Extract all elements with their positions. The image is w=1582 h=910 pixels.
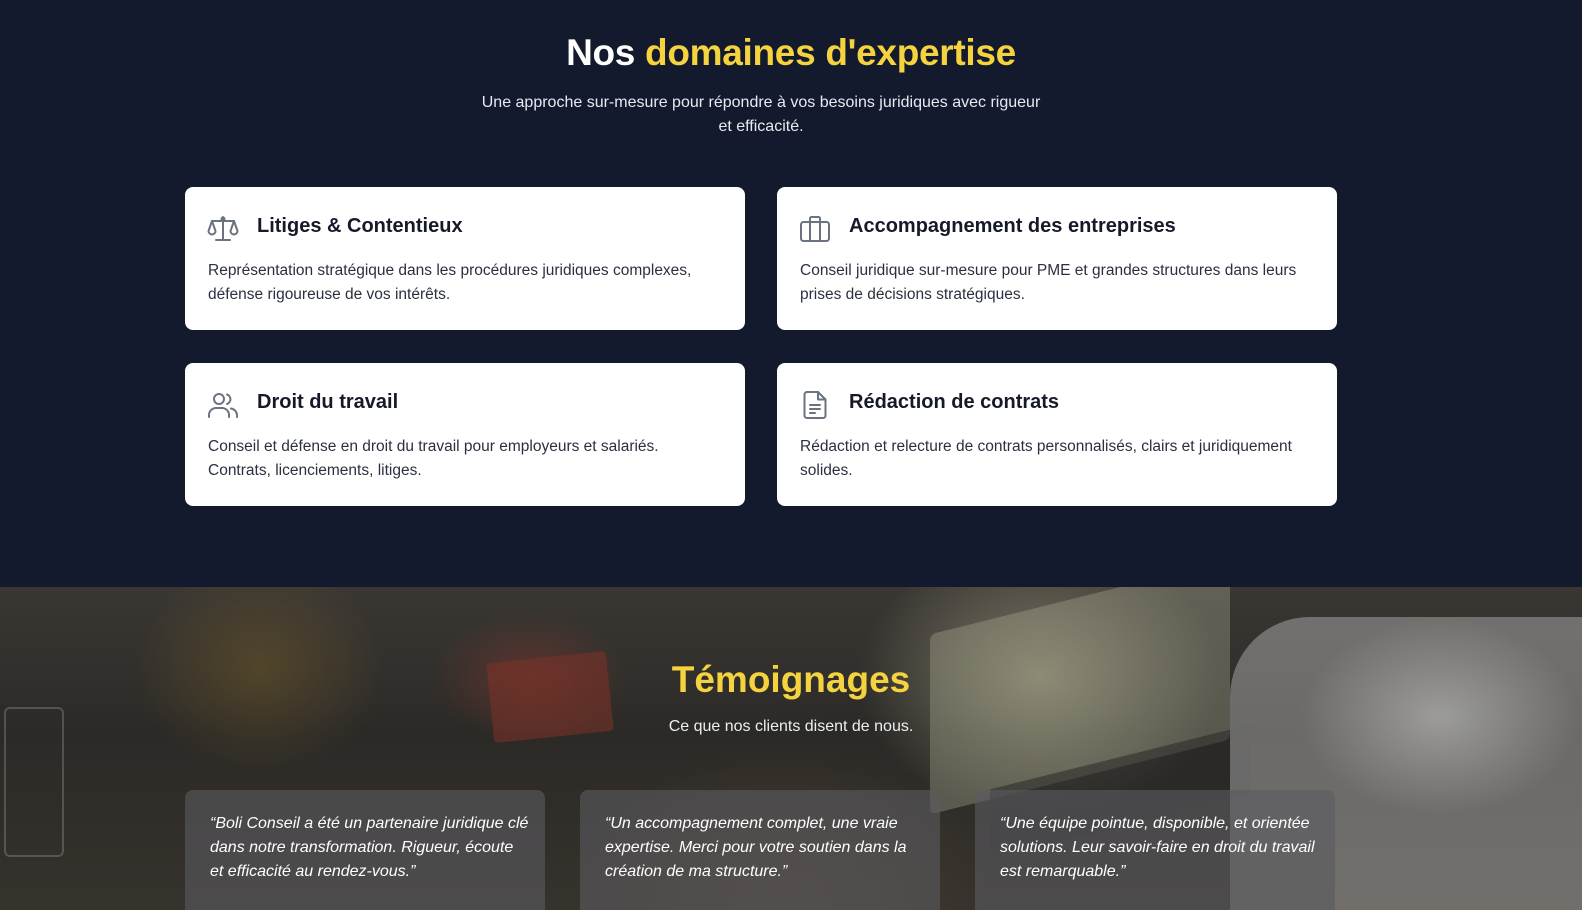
expertise-section: Nos domaines d'expertise Une approche su… — [0, 0, 1582, 587]
service-card-description: Représentation stratégique dans les proc… — [208, 262, 692, 303]
expertise-title-highlight: domaines d'expertise — [645, 32, 1016, 73]
testimonial-card: “Une équipe pointue, disponible, et orie… — [975, 790, 1335, 910]
testimonials-section: Témoignages Ce que nos clients disent de… — [0, 587, 1582, 910]
briefcase-icon — [799, 213, 831, 245]
service-card-description: Conseil juridique sur-mesure pour PME et… — [800, 262, 1297, 303]
expertise-subtitle: Une approche sur-mesure pour répondre à … — [481, 94, 1041, 135]
service-card-title: Litiges & Contentieux — [257, 215, 463, 237]
service-card-description: Rédaction et relecture de contrats perso… — [800, 438, 1292, 479]
service-card-litiges[interactable]: Litiges & Contentieux Représentation str… — [185, 187, 745, 330]
expertise-title: Nos domaines d'expertise — [0, 32, 1582, 74]
expertise-title-prefix: Nos — [566, 32, 636, 73]
testimonial-quote: “Une équipe pointue, disponible, et orie… — [1000, 815, 1315, 880]
testimonial-quote: “Un accompagnement complet, une vraie ex… — [605, 815, 907, 880]
testimonials-title: Témoignages — [671, 659, 911, 700]
service-card-travail[interactable]: Droit du travail Conseil et défense en d… — [185, 363, 745, 506]
service-card-title: Rédaction de contrats — [849, 391, 1060, 413]
service-card-title: Accompagnement des entreprises — [849, 215, 1176, 237]
service-card-title: Droit du travail — [257, 391, 399, 413]
testimonial-card: “Un accompagnement complet, une vraie ex… — [580, 790, 940, 910]
testimonial-card: “Boli Conseil a été un partenaire juridi… — [185, 790, 545, 910]
service-card-entreprises[interactable]: Accompagnement des entreprises Conseil j… — [777, 187, 1337, 330]
service-card-contrats[interactable]: Rédaction de contrats Rédaction et relec… — [777, 363, 1337, 506]
testimonial-quote: “Boli Conseil a été un partenaire juridi… — [210, 815, 529, 880]
testimonials-subtitle: Ce que nos clients disent de nous. — [668, 718, 914, 735]
document-icon — [799, 389, 831, 421]
service-card-description: Conseil et défense en droit du travail p… — [208, 438, 659, 479]
scale-icon — [207, 213, 239, 245]
users-icon — [207, 389, 239, 421]
